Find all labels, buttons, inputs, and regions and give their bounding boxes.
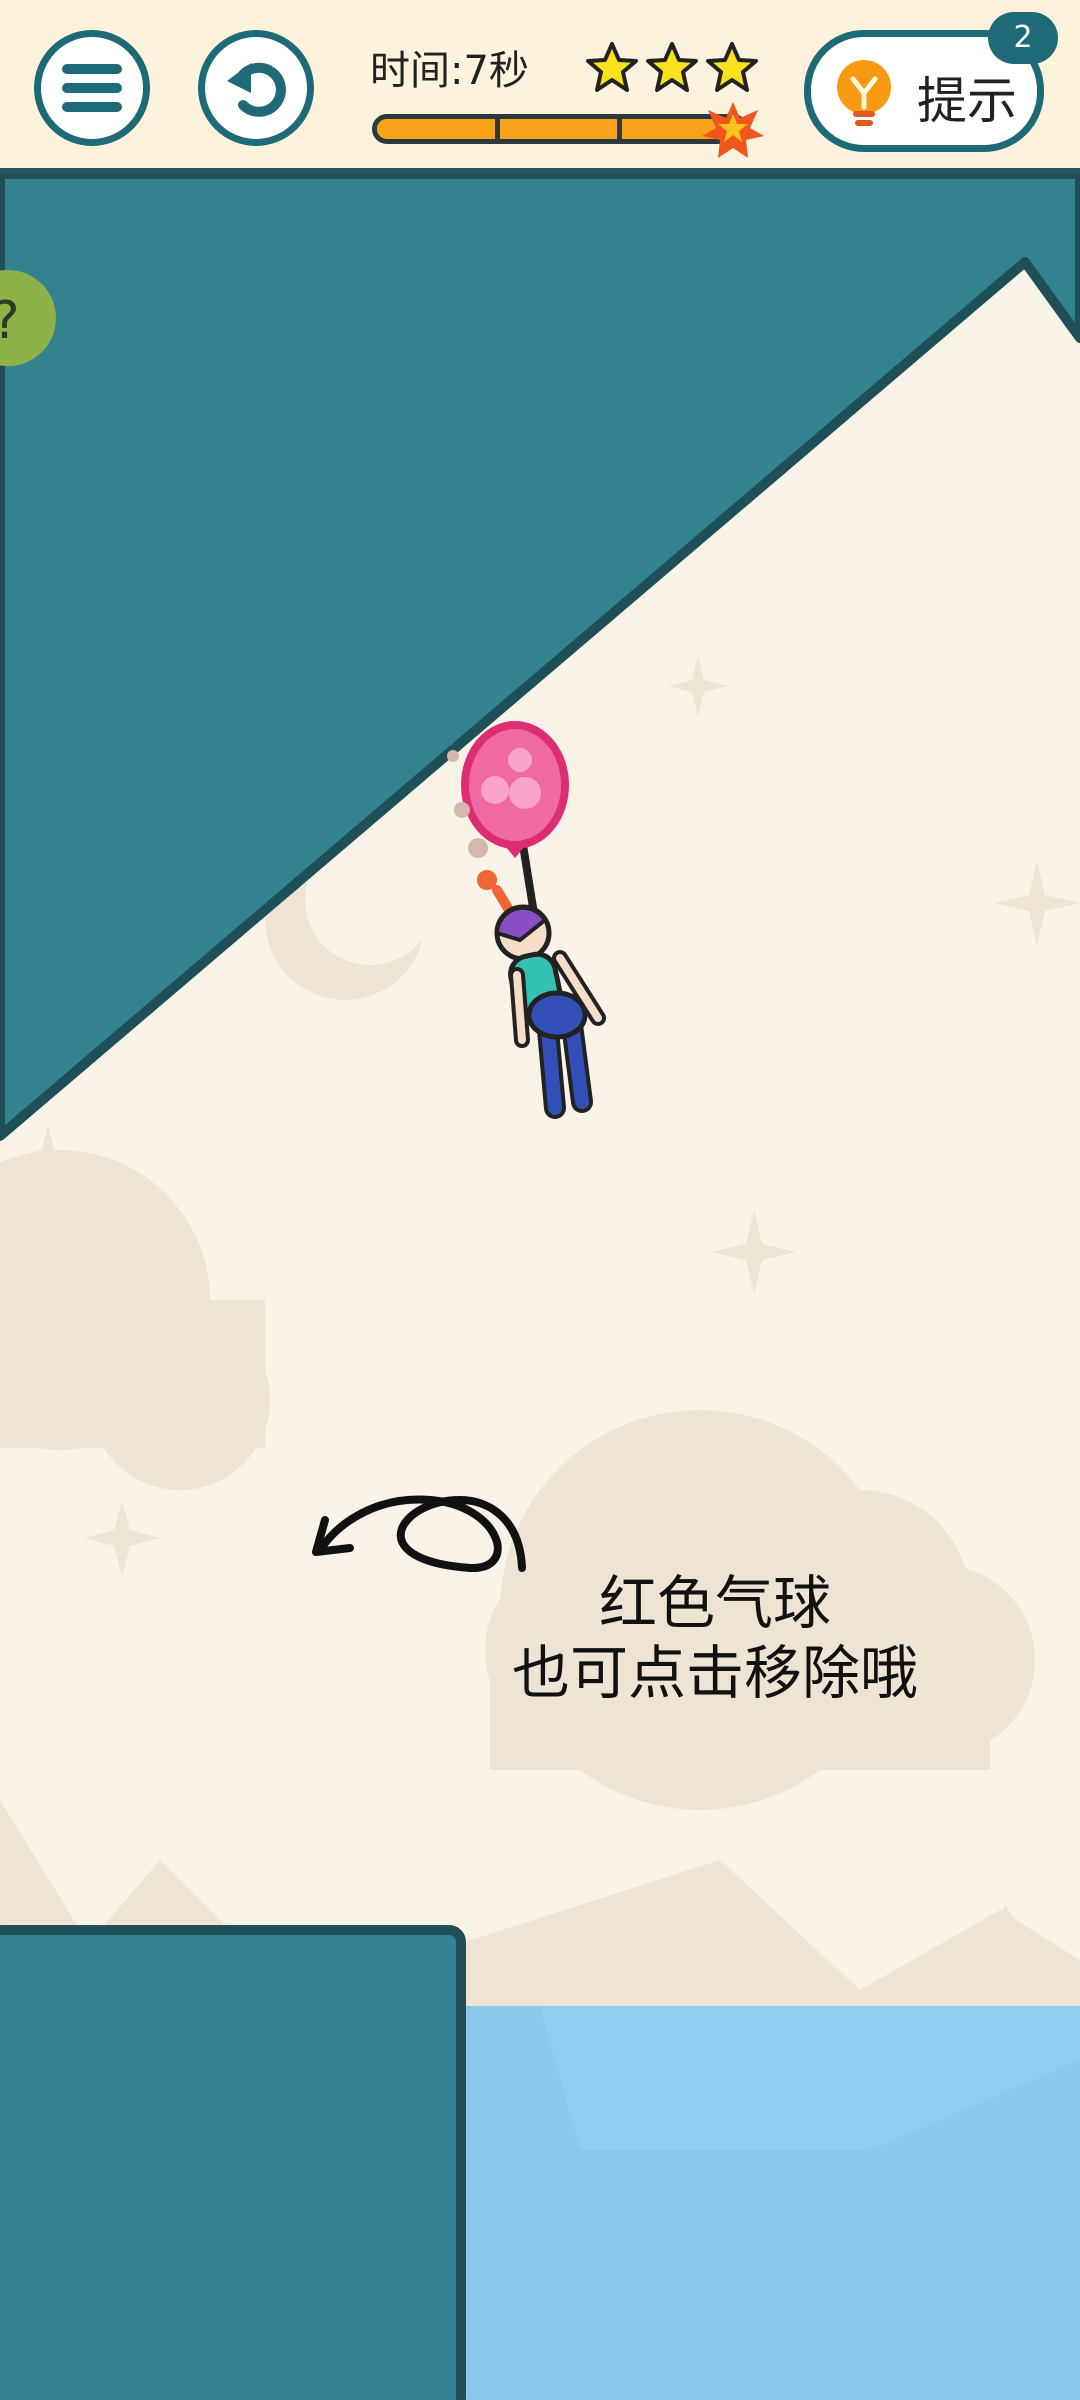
svg-text:?: ? (0, 291, 20, 351)
progress-fill (377, 119, 743, 139)
lightbulb-icon (837, 60, 891, 126)
restart-button[interactable] (198, 30, 314, 146)
timer-label: 时间:7秒 (370, 48, 529, 94)
tip-line-2: 也可点击移除哦 (511, 1639, 918, 1707)
burst-star-icon (702, 102, 764, 158)
game-scene: ? (0, 174, 1080, 2400)
star-icon (646, 42, 698, 92)
star-rating (586, 42, 758, 92)
hint-count-badge: 2 (988, 12, 1058, 64)
time-progress-bar (372, 114, 748, 144)
menu-icon (62, 64, 122, 112)
tutorial-tip: 红色气球 也可点击移除哦 (480, 1568, 950, 1708)
tip-line-1: 红色气球 (598, 1569, 831, 1637)
ground-block (0, 1925, 466, 2400)
restart-icon (227, 62, 286, 117)
hint-label: 提示 (917, 72, 1017, 130)
menu-button[interactable] (34, 30, 150, 146)
star-icon (586, 42, 638, 92)
star-icon (706, 42, 758, 92)
